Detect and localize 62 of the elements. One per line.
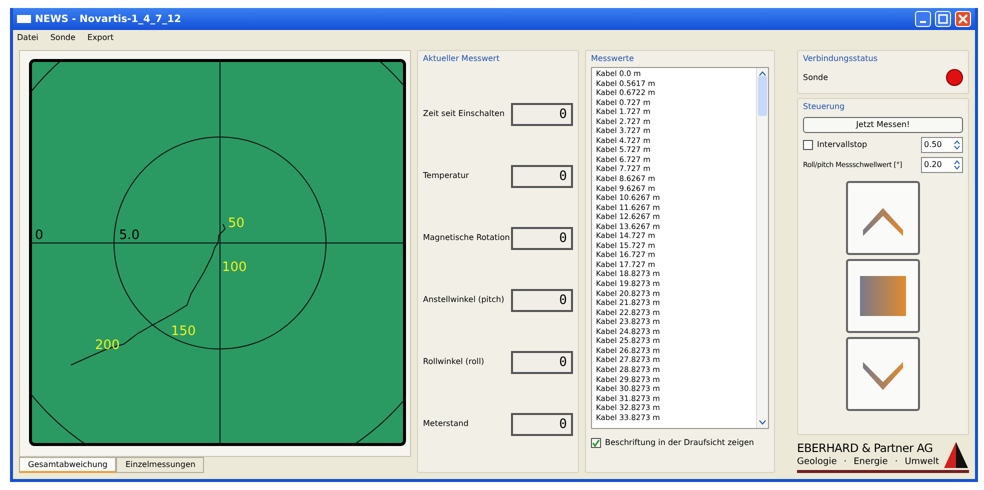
lcd-display: 0 xyxy=(511,412,573,436)
checkbox-label: Intervallstop xyxy=(817,139,868,151)
checkbox-label: Beschriftung in der Draufsicht zeigen xyxy=(605,437,754,449)
spin-box[interactable]: 0.50 xyxy=(921,137,963,153)
maximize-button[interactable] xyxy=(935,11,951,27)
window-icon xyxy=(17,15,31,23)
tab[interactable]: Einzelmessungen xyxy=(116,457,204,473)
logo-tag: Geologie xyxy=(797,456,837,469)
group-title: Messwerte xyxy=(591,53,634,65)
down-button[interactable] xyxy=(846,337,920,411)
scrollbar-thumb[interactable] xyxy=(758,76,767,116)
spinner-arrows-icon[interactable] xyxy=(954,160,960,170)
logo-text: EBERHARD & Partner AG xyxy=(797,440,934,456)
window-title: NEWS - Novartis-1_4_7_12 xyxy=(35,12,182,26)
measurement-list[interactable] xyxy=(591,67,769,429)
tab[interactable]: Gesamtabweichung xyxy=(19,457,116,473)
lcd-display: 0 xyxy=(511,226,573,250)
lcd-display: 0 xyxy=(511,164,573,188)
menu-item[interactable]: Sonde xyxy=(50,32,76,44)
status-label: Sonde xyxy=(803,72,828,84)
depth-label: 100 xyxy=(222,260,247,275)
checkbox[interactable] xyxy=(591,438,601,448)
spin-value: 0.20 xyxy=(924,159,942,171)
field-label: Anstellwinkel (pitch) xyxy=(423,294,504,306)
minimize-button[interactable] xyxy=(915,11,931,27)
group-title: Verbindungsstatus xyxy=(803,53,878,65)
checkbox[interactable] xyxy=(803,140,813,150)
axis-label: 0 xyxy=(35,228,44,243)
scroll-down-icon[interactable] xyxy=(759,420,766,425)
menu-item[interactable]: Export xyxy=(87,32,114,44)
maximize-icon xyxy=(938,14,948,24)
scroll-up-icon[interactable] xyxy=(759,71,766,76)
lcd-display: 0 xyxy=(511,350,573,374)
axis-label: 5.0 xyxy=(119,228,140,243)
group-title: Steuerung xyxy=(803,101,845,113)
scrollbar[interactable] xyxy=(756,68,768,428)
logo-separator: · xyxy=(894,456,898,468)
menu-item[interactable]: Datei xyxy=(17,32,38,44)
spinner-arrows-icon[interactable] xyxy=(954,140,960,150)
spin-box[interactable]: 0.20 xyxy=(921,157,963,173)
close-icon xyxy=(958,14,968,24)
field-label: Meterstand xyxy=(423,418,469,430)
group-title: Aktueller Messwert xyxy=(423,53,500,65)
square-icon xyxy=(860,276,906,316)
lcd-display: 0 xyxy=(511,288,573,312)
spin-value: 0.50 xyxy=(924,139,942,151)
measure-button[interactable]: Jetzt Messen! xyxy=(803,117,963,133)
logo-tag: Energie xyxy=(854,456,888,469)
field-label: Temperatur xyxy=(423,170,469,182)
field-label: Rollwinkel (roll) xyxy=(423,356,484,368)
depth-label: 200 xyxy=(95,338,120,353)
depth-label: 50 xyxy=(228,216,245,231)
field-label: Zeit seit Einschalten xyxy=(423,108,505,120)
up-button[interactable] xyxy=(846,181,920,255)
lcd-display: 0 xyxy=(511,102,573,126)
triangle-logo-icon xyxy=(943,440,969,469)
depth-label: 150 xyxy=(171,324,196,339)
logo-separator: · xyxy=(844,456,847,468)
close-button[interactable] xyxy=(955,11,971,27)
field-label: Magnetische Rotation xyxy=(423,232,510,244)
logo-tag: Umwelt xyxy=(904,456,939,469)
stop-button[interactable] xyxy=(846,259,920,333)
